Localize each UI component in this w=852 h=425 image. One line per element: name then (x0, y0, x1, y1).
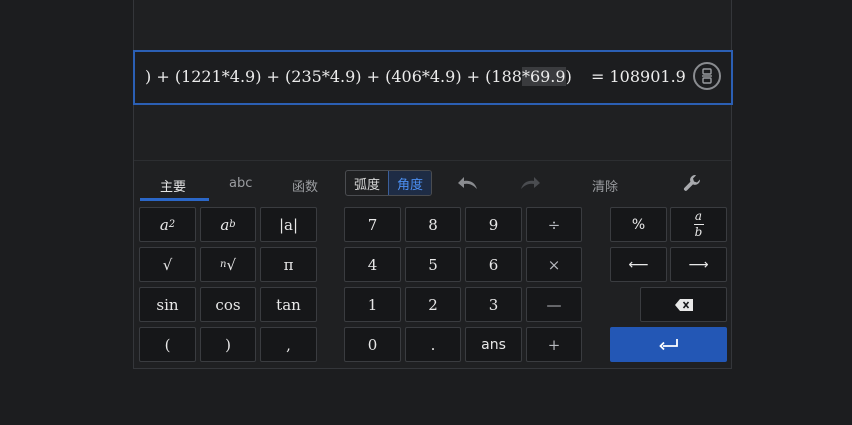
abs-key[interactable]: |a| (260, 207, 317, 242)
minus-key[interactable]: — (526, 287, 582, 322)
cursor-right-key[interactable]: ⟶ (670, 247, 727, 282)
undo-button[interactable] (456, 172, 480, 194)
multiply-key[interactable]: × (526, 247, 582, 282)
plus-key[interactable]: + (526, 327, 582, 362)
digit-8-key[interactable]: 8 (405, 207, 461, 242)
enter-key[interactable] (610, 327, 727, 362)
digit-0-key[interactable]: 0 (344, 327, 401, 362)
digit-2-key[interactable]: 2 (405, 287, 461, 322)
angle-mode-toggle: 弧度 角度 (345, 170, 432, 196)
fraction-key[interactable]: ab (670, 207, 727, 242)
keypad-divider (134, 160, 731, 161)
expression-text[interactable]: ) + (1221*4.9) + (235*4.9) + (406*4.9) +… (145, 67, 572, 86)
selected-text: *69.9 (521, 67, 566, 86)
nth-root-key[interactable]: n √ (200, 247, 256, 282)
square-key[interactable]: a2 (139, 207, 196, 242)
left-paren-key[interactable]: ( (139, 327, 196, 362)
digit-7-key[interactable]: 7 (344, 207, 401, 242)
enter-icon (658, 338, 678, 350)
right-paren-key[interactable]: ) (200, 327, 256, 362)
digit-9-key[interactable]: 9 (465, 207, 522, 242)
tab-main[interactable]: 主要 (160, 176, 186, 195)
clear-button[interactable]: 清除 (592, 176, 618, 195)
settings-button[interactable] (680, 172, 704, 194)
power-key[interactable]: ab (200, 207, 256, 242)
digit-4-key[interactable]: 4 (344, 247, 401, 282)
tab-abc[interactable]: abc (229, 176, 252, 191)
wrench-icon (683, 175, 701, 191)
cos-key[interactable]: cos (200, 287, 256, 322)
redo-button[interactable] (518, 172, 542, 194)
decimal-point-key[interactable]: . (405, 327, 461, 362)
tab-functions[interactable]: 函数 (292, 176, 318, 195)
expression-input[interactable]: ) + (1221*4.9) + (235*4.9) + (406*4.9) +… (133, 50, 733, 105)
comma-key[interactable]: , (260, 327, 317, 362)
backspace-key[interactable] (640, 287, 727, 322)
pi-key[interactable]: π (260, 247, 317, 282)
fraction-icon (702, 68, 712, 84)
sqrt-key[interactable]: √ (139, 247, 196, 282)
percent-key[interactable]: % (610, 207, 667, 242)
digit-1-key[interactable]: 1 (344, 287, 401, 322)
active-tab-indicator (140, 198, 209, 201)
expression-result: = 108901.9 (591, 67, 686, 86)
digit-3-key[interactable]: 3 (465, 287, 522, 322)
backspace-icon (674, 298, 693, 311)
degree-button[interactable]: 角度 (388, 171, 431, 195)
divide-key[interactable]: ÷ (526, 207, 582, 242)
fraction-toggle-button[interactable] (693, 62, 721, 90)
sin-key[interactable]: sin (139, 287, 196, 322)
undo-icon (458, 177, 477, 189)
tan-key[interactable]: tan (260, 287, 317, 322)
redo-icon (521, 177, 540, 189)
ans-key[interactable]: ans (465, 327, 522, 362)
digit-5-key[interactable]: 5 (405, 247, 461, 282)
radian-button[interactable]: 弧度 (346, 171, 388, 195)
digit-6-key[interactable]: 6 (465, 247, 522, 282)
cursor-left-key[interactable]: ⟵ (610, 247, 667, 282)
